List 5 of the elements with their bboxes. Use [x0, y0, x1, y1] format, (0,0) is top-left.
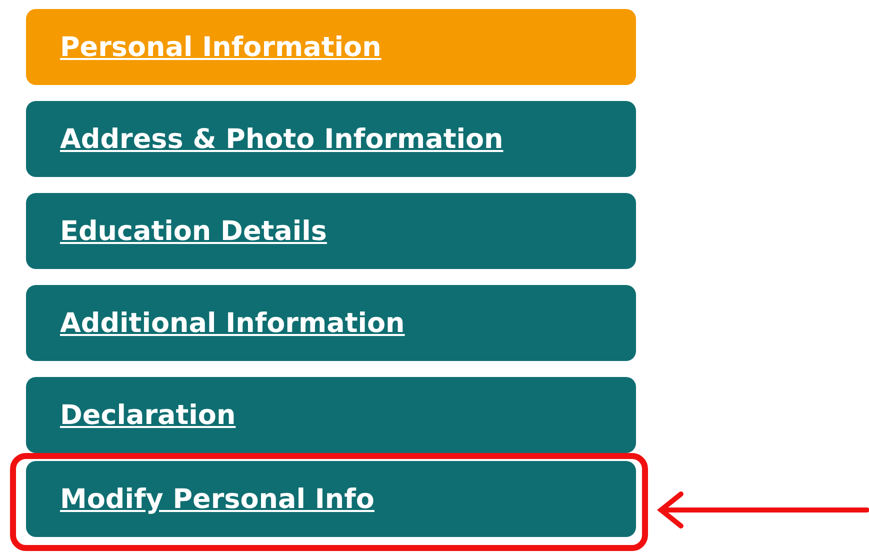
menu-item[interactable]: Address & Photo Information [26, 101, 636, 177]
menu-item[interactable]: Additional Information [26, 285, 636, 361]
menu-item[interactable]: Education Details [26, 193, 636, 269]
menu-item[interactable]: Declaration [26, 377, 636, 453]
menu-item[interactable]: Modify Personal Info [26, 461, 636, 537]
